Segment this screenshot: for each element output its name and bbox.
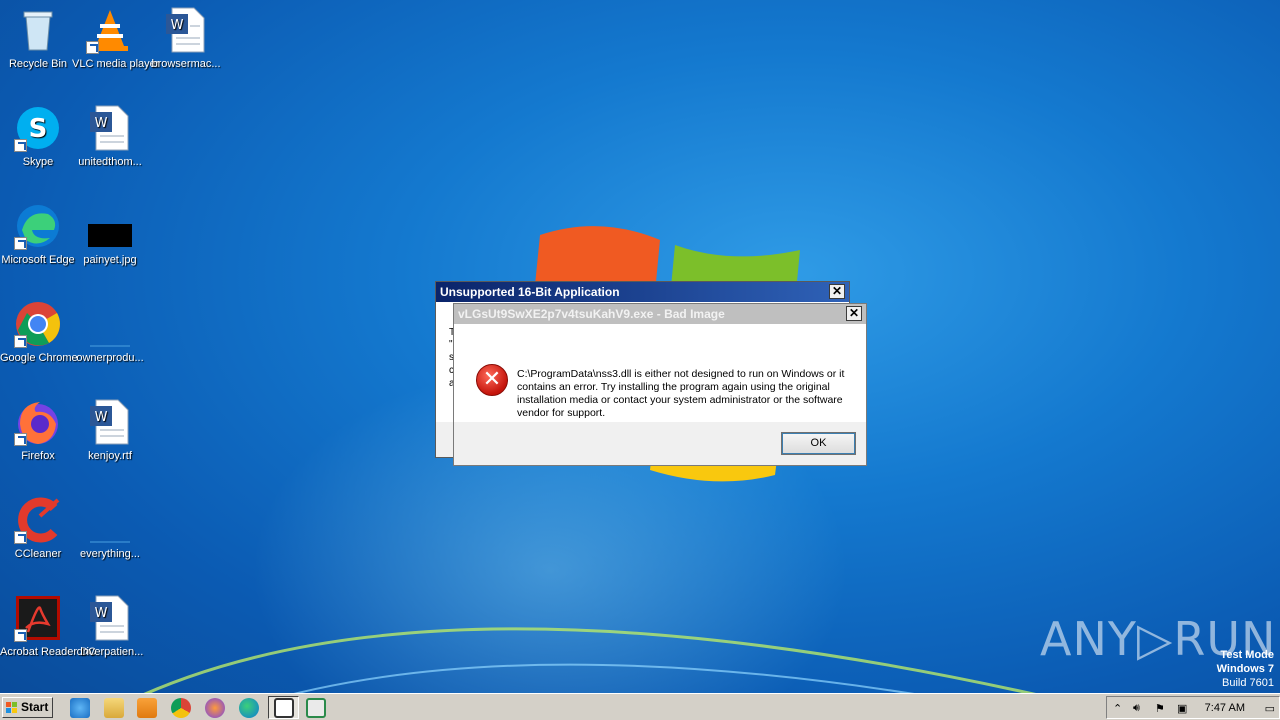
dialog-body: ✕ C:\ProgramData\nss3.dll is either not …	[454, 324, 866, 422]
shortcut-arrow-icon	[86, 41, 99, 54]
blank-file-icon	[86, 496, 134, 544]
windows-logo-icon	[6, 702, 18, 714]
svg-text:S: S	[29, 114, 48, 144]
test-mode-label: Test Mode Windows 7 Build 7601	[1217, 648, 1274, 690]
clock[interactable]: 7:47 AM	[1205, 702, 1245, 714]
close-button[interactable]: ✕	[829, 284, 845, 299]
desktop-icon-driverpatien[interactable]: W driverpatien...	[72, 594, 148, 659]
word-document-icon: W	[86, 398, 134, 446]
desktop-icon-vlc[interactable]: VLC media player	[72, 6, 159, 71]
desktop-icon-acrobat[interactable]: Acrobat Reader DC	[0, 594, 96, 659]
dialog-title: Unsupported 16-Bit Application	[440, 285, 620, 299]
speaker-icon[interactable]: 🔊︎	[1133, 702, 1140, 715]
recycle-bin-icon	[14, 6, 62, 54]
svg-text:W: W	[171, 18, 184, 33]
dialog-title-bar[interactable]: Unsupported 16-Bit Application ✕	[436, 282, 849, 302]
blank-file-icon	[86, 300, 134, 348]
taskbar-active-program[interactable]	[268, 696, 299, 719]
start-label: Start	[21, 700, 49, 714]
desktop-icon-chrome[interactable]: Google Chrome	[0, 300, 78, 365]
word-document-icon: W	[162, 6, 210, 54]
edge-icon[interactable]	[239, 698, 259, 718]
desktop-icon-ccleaner[interactable]: CCleaner	[0, 496, 76, 561]
acrobat-icon	[14, 594, 62, 642]
media-player-icon[interactable]	[137, 698, 157, 718]
taskbar: Start ⌃ 🔊︎ ⚑ ▣ 7:47 AM ▭	[0, 693, 1280, 720]
shortcut-arrow-icon	[14, 433, 27, 446]
test-mode-line3: Build 7601	[1222, 677, 1274, 689]
shortcut-arrow-icon	[14, 629, 27, 642]
shortcut-arrow-icon	[14, 335, 27, 348]
chrome-icon[interactable]	[171, 698, 191, 718]
desktop-icon-recycle-bin[interactable]: Recycle Bin	[0, 6, 76, 71]
shortcut-arrow-icon	[14, 139, 27, 152]
program-window-icon[interactable]	[306, 698, 326, 718]
dialog-title: vLGsUt9SwXE2p7v4tsuKahV9.exe - Bad Image	[458, 307, 725, 321]
skype-icon: S	[14, 104, 62, 152]
close-button[interactable]: ✕	[846, 306, 862, 321]
chrome-icon	[14, 300, 62, 348]
bad-image-dialog: vLGsUt9SwXE2p7v4tsuKahV9.exe - Bad Image…	[453, 303, 867, 466]
desktop-icon-painyet[interactable]: painyet.jpg	[72, 202, 148, 267]
desktop-icon-everything[interactable]: everything...	[72, 496, 148, 561]
shortcut-arrow-icon	[14, 531, 27, 544]
show-desktop-icon[interactable]: ▭	[1265, 702, 1275, 715]
firefox-icon[interactable]	[205, 698, 225, 718]
ok-button[interactable]: OK	[781, 432, 856, 455]
desktop-icon-edge[interactable]: Microsoft Edge	[0, 202, 76, 267]
shortcut-arrow-icon	[14, 237, 27, 250]
word-document-icon: W	[86, 104, 134, 152]
start-button[interactable]: Start	[2, 697, 53, 718]
test-mode-line1: Test Mode	[1220, 649, 1274, 661]
ie-icon[interactable]	[70, 698, 90, 718]
error-message: C:\ProgramData\nss3.dll is either not de…	[517, 368, 845, 419]
image-file-icon	[86, 202, 134, 250]
desktop-icon-skype[interactable]: S Skype	[0, 104, 76, 169]
word-document-icon: W	[86, 594, 134, 642]
test-mode-line2: Windows 7	[1216, 663, 1274, 675]
svg-text:W: W	[95, 410, 108, 425]
desktop-icon-browsermac[interactable]: W browsermac...	[148, 6, 224, 71]
desktop-icon-firefox[interactable]: Firefox	[0, 398, 76, 463]
error-icon: ✕	[476, 364, 508, 396]
desktop-icon-kenjoy[interactable]: W kenjoy.rtf	[72, 398, 148, 463]
firefox-icon	[14, 398, 62, 446]
desktop-icon-ownerprodu[interactable]: ownerprodu...	[72, 300, 148, 365]
action-center-flag-icon[interactable]: ⚑	[1155, 702, 1165, 715]
desktop-icon-unitedthom[interactable]: W unitedthom...	[72, 104, 148, 169]
network-icon[interactable]: ▣	[1177, 702, 1187, 715]
svg-text:W: W	[95, 606, 108, 621]
edge-icon	[14, 202, 62, 250]
system-tray: ⌃ 🔊︎ ⚑ ▣ 7:47 AM ▭	[1106, 696, 1280, 719]
vlc-icon	[86, 6, 134, 54]
dialog-title-bar[interactable]: vLGsUt9SwXE2p7v4tsuKahV9.exe - Bad Image…	[454, 304, 866, 324]
ccleaner-icon	[14, 496, 62, 544]
show-hidden-icons-icon[interactable]: ⌃	[1113, 702, 1122, 715]
explorer-icon[interactable]	[104, 698, 124, 718]
svg-text:W: W	[95, 116, 108, 131]
program-icon	[274, 698, 294, 718]
